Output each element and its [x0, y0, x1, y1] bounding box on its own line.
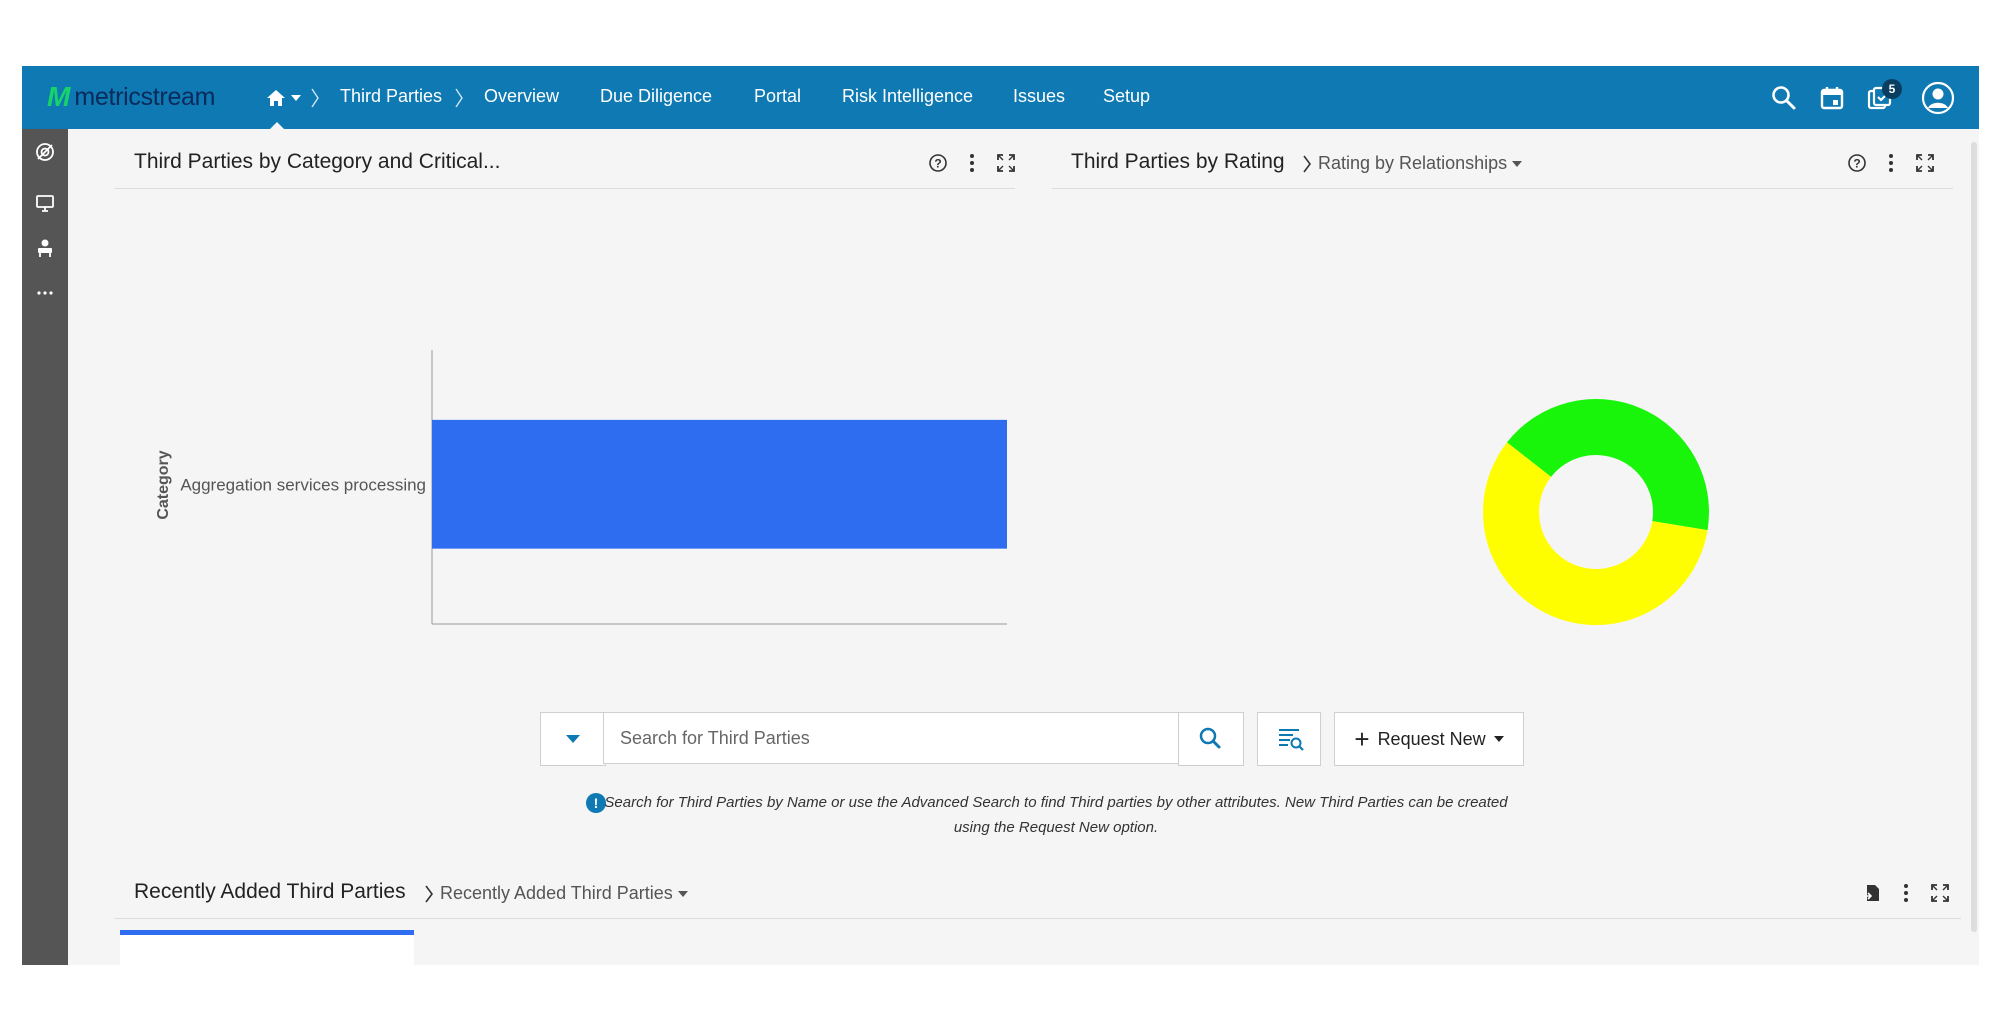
chevron-right-icon: [425, 885, 433, 902]
category-tick-label: Aggregation services processing: [180, 475, 426, 494]
recent-panel-title: Recently Added Third Parties: [134, 880, 406, 903]
export-icon[interactable]: [1861, 882, 1883, 904]
kebab-icon[interactable]: [1895, 882, 1917, 904]
recent-view-selector[interactable]: Recently Added Third Parties: [424, 883, 688, 904]
advanced-search-button[interactable]: [1257, 712, 1321, 766]
chevron-down-icon: [677, 890, 688, 897]
recent-panel-header: Recently Added Third Parties Recently Ad…: [114, 866, 1961, 919]
advanced-search-icon: [1279, 729, 1304, 751]
page-scrollbar[interactable]: [1971, 142, 1977, 932]
search-scope-dropdown[interactable]: [540, 712, 606, 766]
recent-tab-card[interactable]: [120, 930, 414, 965]
search-help-text: Search for Third Parties by Name or use …: [604, 794, 1508, 836]
search-icon: [1199, 727, 1221, 749]
search-button[interactable]: [1178, 712, 1244, 766]
request-new-label: Request New: [1377, 728, 1486, 749]
expand-icon[interactable]: [1929, 882, 1951, 904]
plus-icon: +: [1354, 724, 1370, 754]
bar-mark: [432, 419, 1007, 549]
chevron-down-icon: [1493, 736, 1504, 742]
search-input[interactable]: [603, 712, 1179, 764]
recent-view-label: Recently Added Third Parties: [440, 883, 673, 903]
app-window: M metricstream Third Parties Overview Du…: [22, 66, 1979, 965]
chevron-down-icon: [566, 735, 580, 743]
request-new-button[interactable]: + Request New: [1334, 712, 1524, 766]
y-axis-label: Category: [155, 450, 172, 519]
